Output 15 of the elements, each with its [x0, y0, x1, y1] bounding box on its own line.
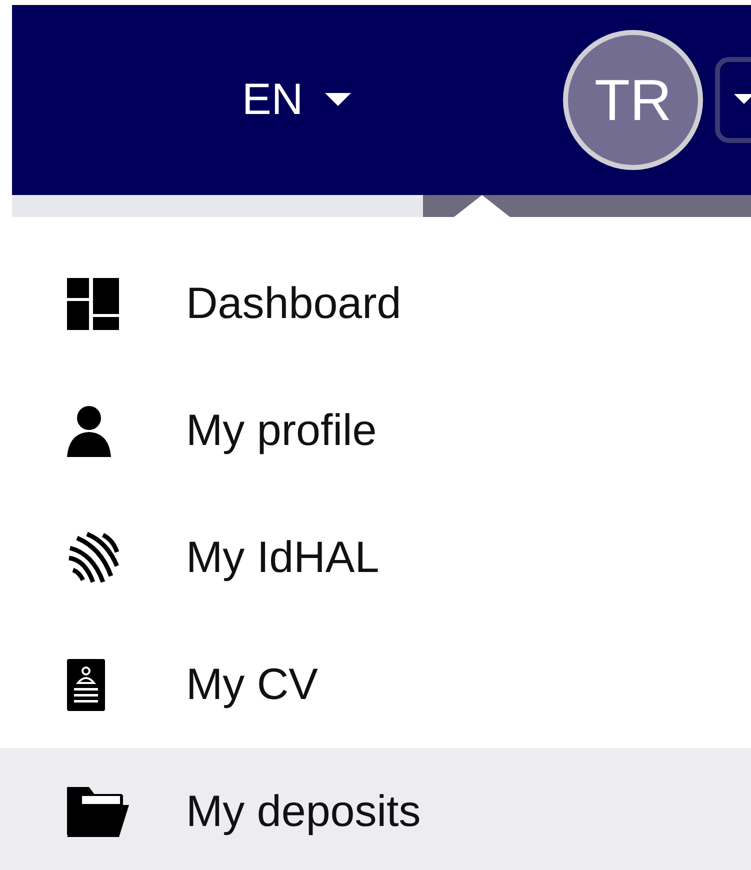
user-avatar[interactable]: TR: [563, 30, 704, 170]
menu-item[interactable]: My profile: [0, 367, 751, 494]
dashboard-icon: [67, 278, 119, 330]
folder-icon: [67, 786, 129, 836]
caret-icon: [734, 94, 751, 106]
arcs-icon: [67, 532, 119, 584]
menu-item[interactable]: Dashboard: [0, 240, 751, 367]
menu-item[interactable]: My CV: [0, 621, 751, 748]
menu-item[interactable]: My deposits: [0, 748, 751, 870]
person-icon: [67, 404, 111, 456]
document-icon: [67, 658, 105, 710]
menu-item[interactable]: My IdHAL: [0, 494, 751, 621]
caret-icon: [325, 93, 352, 107]
pointer-notch: [454, 195, 510, 217]
language-dropdown[interactable]: EN: [242, 67, 352, 133]
